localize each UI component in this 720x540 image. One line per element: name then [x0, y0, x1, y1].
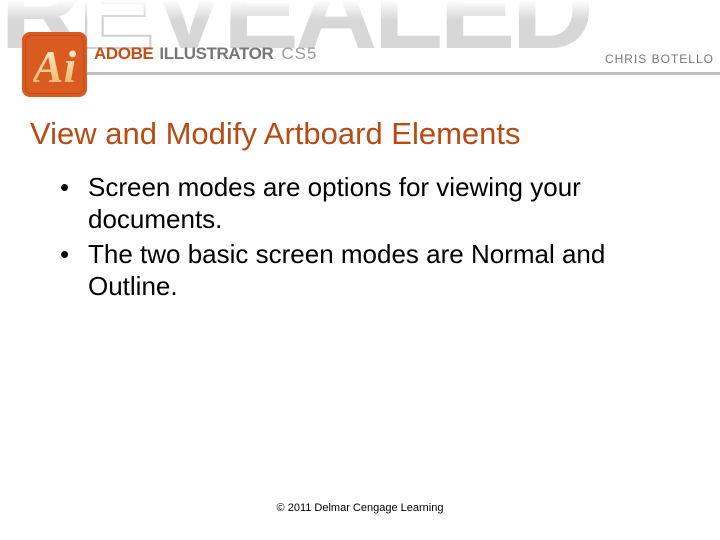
banner-divider: [70, 72, 720, 75]
header-banner: REVEALED CHRIS BOTELLO Ai ADOBE ILLUSTRA…: [0, 0, 720, 98]
product-version: CS5: [281, 44, 317, 64]
brand-label: ADOBE: [94, 44, 153, 64]
copyright-footer: © 2011 Delmar Cengage Learning: [0, 502, 720, 514]
bullet-item: Screen modes are options for viewing you…: [60, 172, 680, 235]
slide: REVEALED CHRIS BOTELLO Ai ADOBE ILLUSTRA…: [0, 0, 720, 540]
illustrator-app-icon-glyph: Ai: [33, 44, 76, 90]
illustrator-app-icon: Ai: [22, 32, 87, 97]
banner-top-fade: [0, 0, 720, 20]
product-title-line: ADOBE ILLUSTRATOR CS5: [94, 44, 317, 64]
slide-title: View and Modify Artboard Elements: [30, 116, 521, 152]
bullet-list: Screen modes are options for viewing you…: [60, 172, 680, 307]
bullet-item: The two basic screen modes are Normal an…: [60, 239, 680, 302]
author-name: CHRIS BOTELLO: [605, 52, 714, 66]
product-label: ILLUSTRATOR: [159, 44, 273, 64]
